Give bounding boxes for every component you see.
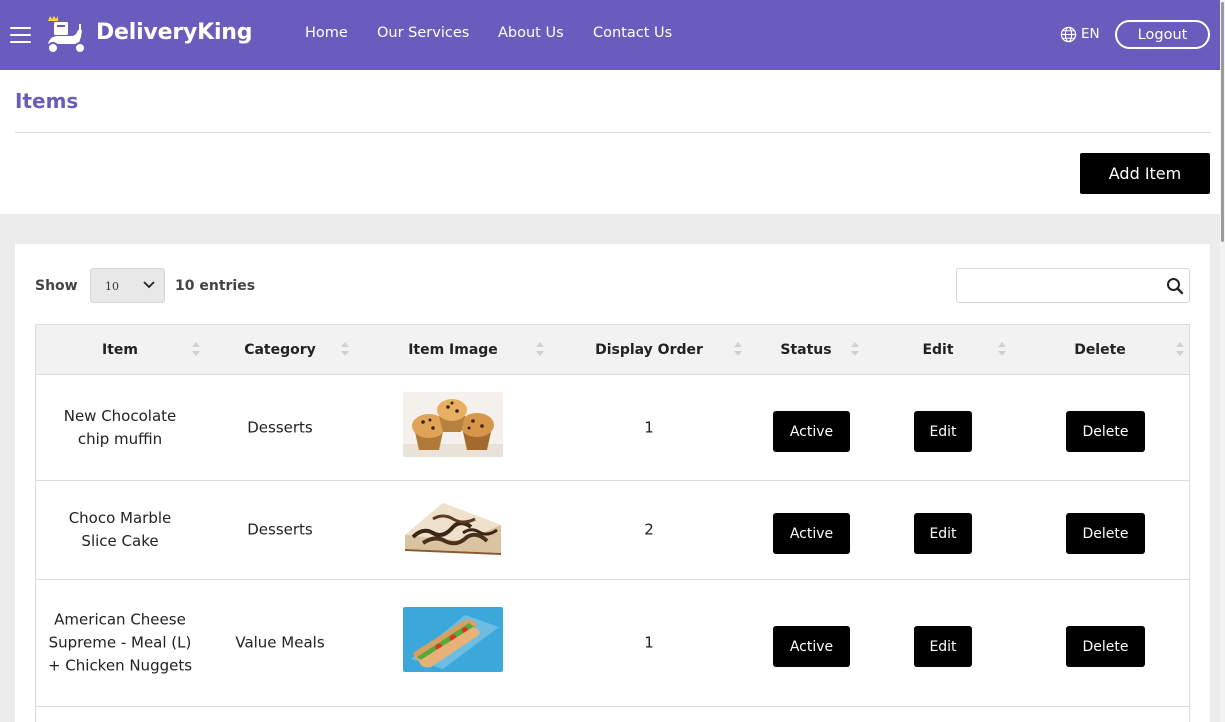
row-divider (35, 480, 1190, 481)
entries-label: 10 entries (175, 278, 256, 294)
page-title: Items (15, 89, 79, 113)
item-name-cell: American Cheese Supreme - Meal (L) + Chi… (47, 610, 193, 675)
search-icon[interactable] (1166, 277, 1184, 295)
edit-button[interactable]: Edit (914, 513, 972, 554)
column-header-display-order[interactable]: Display Order (595, 342, 703, 358)
nav-our-services[interactable]: Our Services (377, 25, 469, 41)
sandwich-photo-image (403, 607, 503, 672)
sort-arrows-icon[interactable] (998, 342, 1006, 357)
page-size-value: 10 (105, 280, 119, 293)
nav-contact-us[interactable]: Contact Us (593, 25, 672, 41)
column-header-delete[interactable]: Delete (1074, 342, 1126, 358)
delete-button[interactable]: Delete (1066, 411, 1145, 452)
column-header-status[interactable]: Status (780, 342, 831, 358)
table-search-input[interactable] (956, 268, 1190, 303)
delete-button[interactable]: Delete (1066, 513, 1145, 554)
logout-button[interactable]: Logout (1115, 20, 1210, 49)
sort-arrows-icon[interactable] (341, 342, 349, 357)
sort-arrows-icon[interactable] (1176, 342, 1184, 357)
show-label: Show (35, 278, 78, 294)
sort-arrows-icon[interactable] (851, 342, 859, 357)
status-active-button[interactable]: Active (773, 626, 850, 667)
status-active-button[interactable]: Active (773, 411, 850, 452)
category-cell: Value Meals (235, 633, 325, 652)
page-scrollbar-thumb[interactable] (1221, 2, 1224, 242)
category-cell: Desserts (247, 418, 313, 437)
hamburger-menu-icon[interactable] (10, 27, 31, 43)
language-selector[interactable]: EN (1081, 26, 1100, 42)
category-cell: Desserts (247, 520, 313, 539)
edit-button[interactable]: Edit (914, 626, 972, 667)
marble-cake-photo-image (403, 491, 503, 556)
row-divider (35, 579, 1190, 580)
chevron-down-icon (143, 281, 155, 289)
add-item-button[interactable]: Add Item (1080, 153, 1210, 194)
nav-about-us[interactable]: About Us (498, 25, 564, 41)
page-size-select[interactable]: 10 (90, 268, 165, 303)
sort-arrows-icon[interactable] (734, 342, 742, 357)
nav-home[interactable]: Home (305, 25, 348, 41)
items-table (35, 324, 1190, 722)
title-divider (15, 132, 1210, 133)
page-header-panel (0, 70, 1220, 214)
globe-icon[interactable] (1060, 26, 1077, 43)
column-header-edit[interactable]: Edit (922, 342, 953, 358)
item-name-cell: New Chocolate chip muffin (63, 407, 177, 448)
item-name-cell: Choco Marble Slice Cake (68, 509, 172, 550)
edit-button[interactable]: Edit (914, 411, 972, 452)
row-divider (35, 706, 1190, 707)
column-header-item[interactable]: Item (102, 342, 138, 358)
brand-name[interactable]: DeliveryKing (96, 20, 253, 45)
column-header-item-image[interactable]: Item Image (408, 342, 498, 358)
sort-arrows-icon[interactable] (192, 342, 200, 357)
display-order-cell: 1 (644, 418, 654, 437)
sort-arrows-icon[interactable] (536, 342, 544, 357)
delivery-scooter-logo-icon (47, 16, 86, 54)
column-header-category[interactable]: Category (244, 342, 316, 358)
status-active-button[interactable]: Active (773, 513, 850, 554)
display-order-cell: 2 (644, 520, 654, 539)
display-order-cell: 1 (644, 633, 654, 652)
muffins-photo-image (403, 392, 503, 457)
delete-button[interactable]: Delete (1066, 626, 1145, 667)
